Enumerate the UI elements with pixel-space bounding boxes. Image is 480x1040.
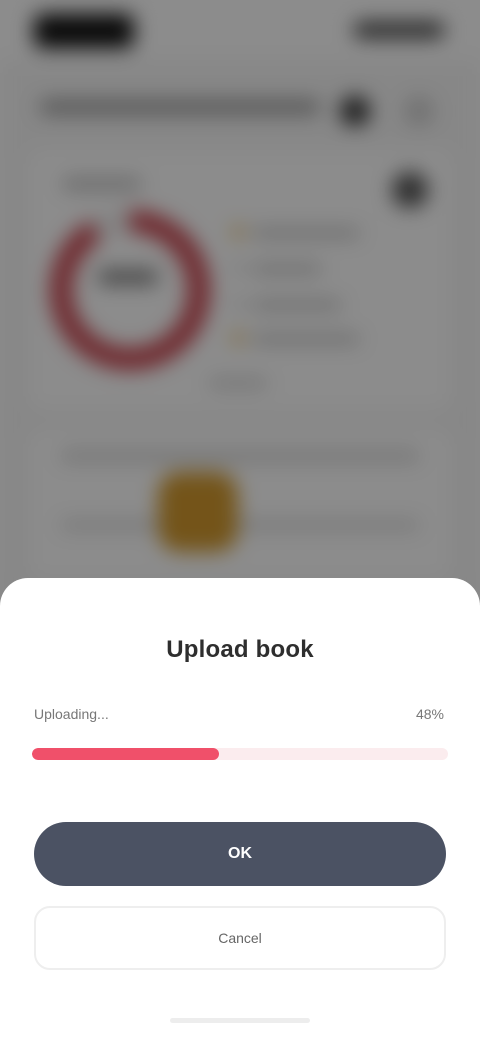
upload-progress-bar [32, 748, 448, 760]
progress-percentage: 48% [415, 706, 444, 722]
screen: Upload book Uploading... 48% OK Cancel [0, 0, 480, 1040]
home-indicator [170, 1018, 310, 1023]
progress-label: Uploading... [34, 706, 109, 722]
sheet-title: Upload book [166, 636, 314, 663]
upload-progress-fill [32, 748, 220, 760]
cancel-button[interactable]: Cancel [34, 906, 446, 970]
ok-button[interactable]: OK [34, 822, 446, 886]
